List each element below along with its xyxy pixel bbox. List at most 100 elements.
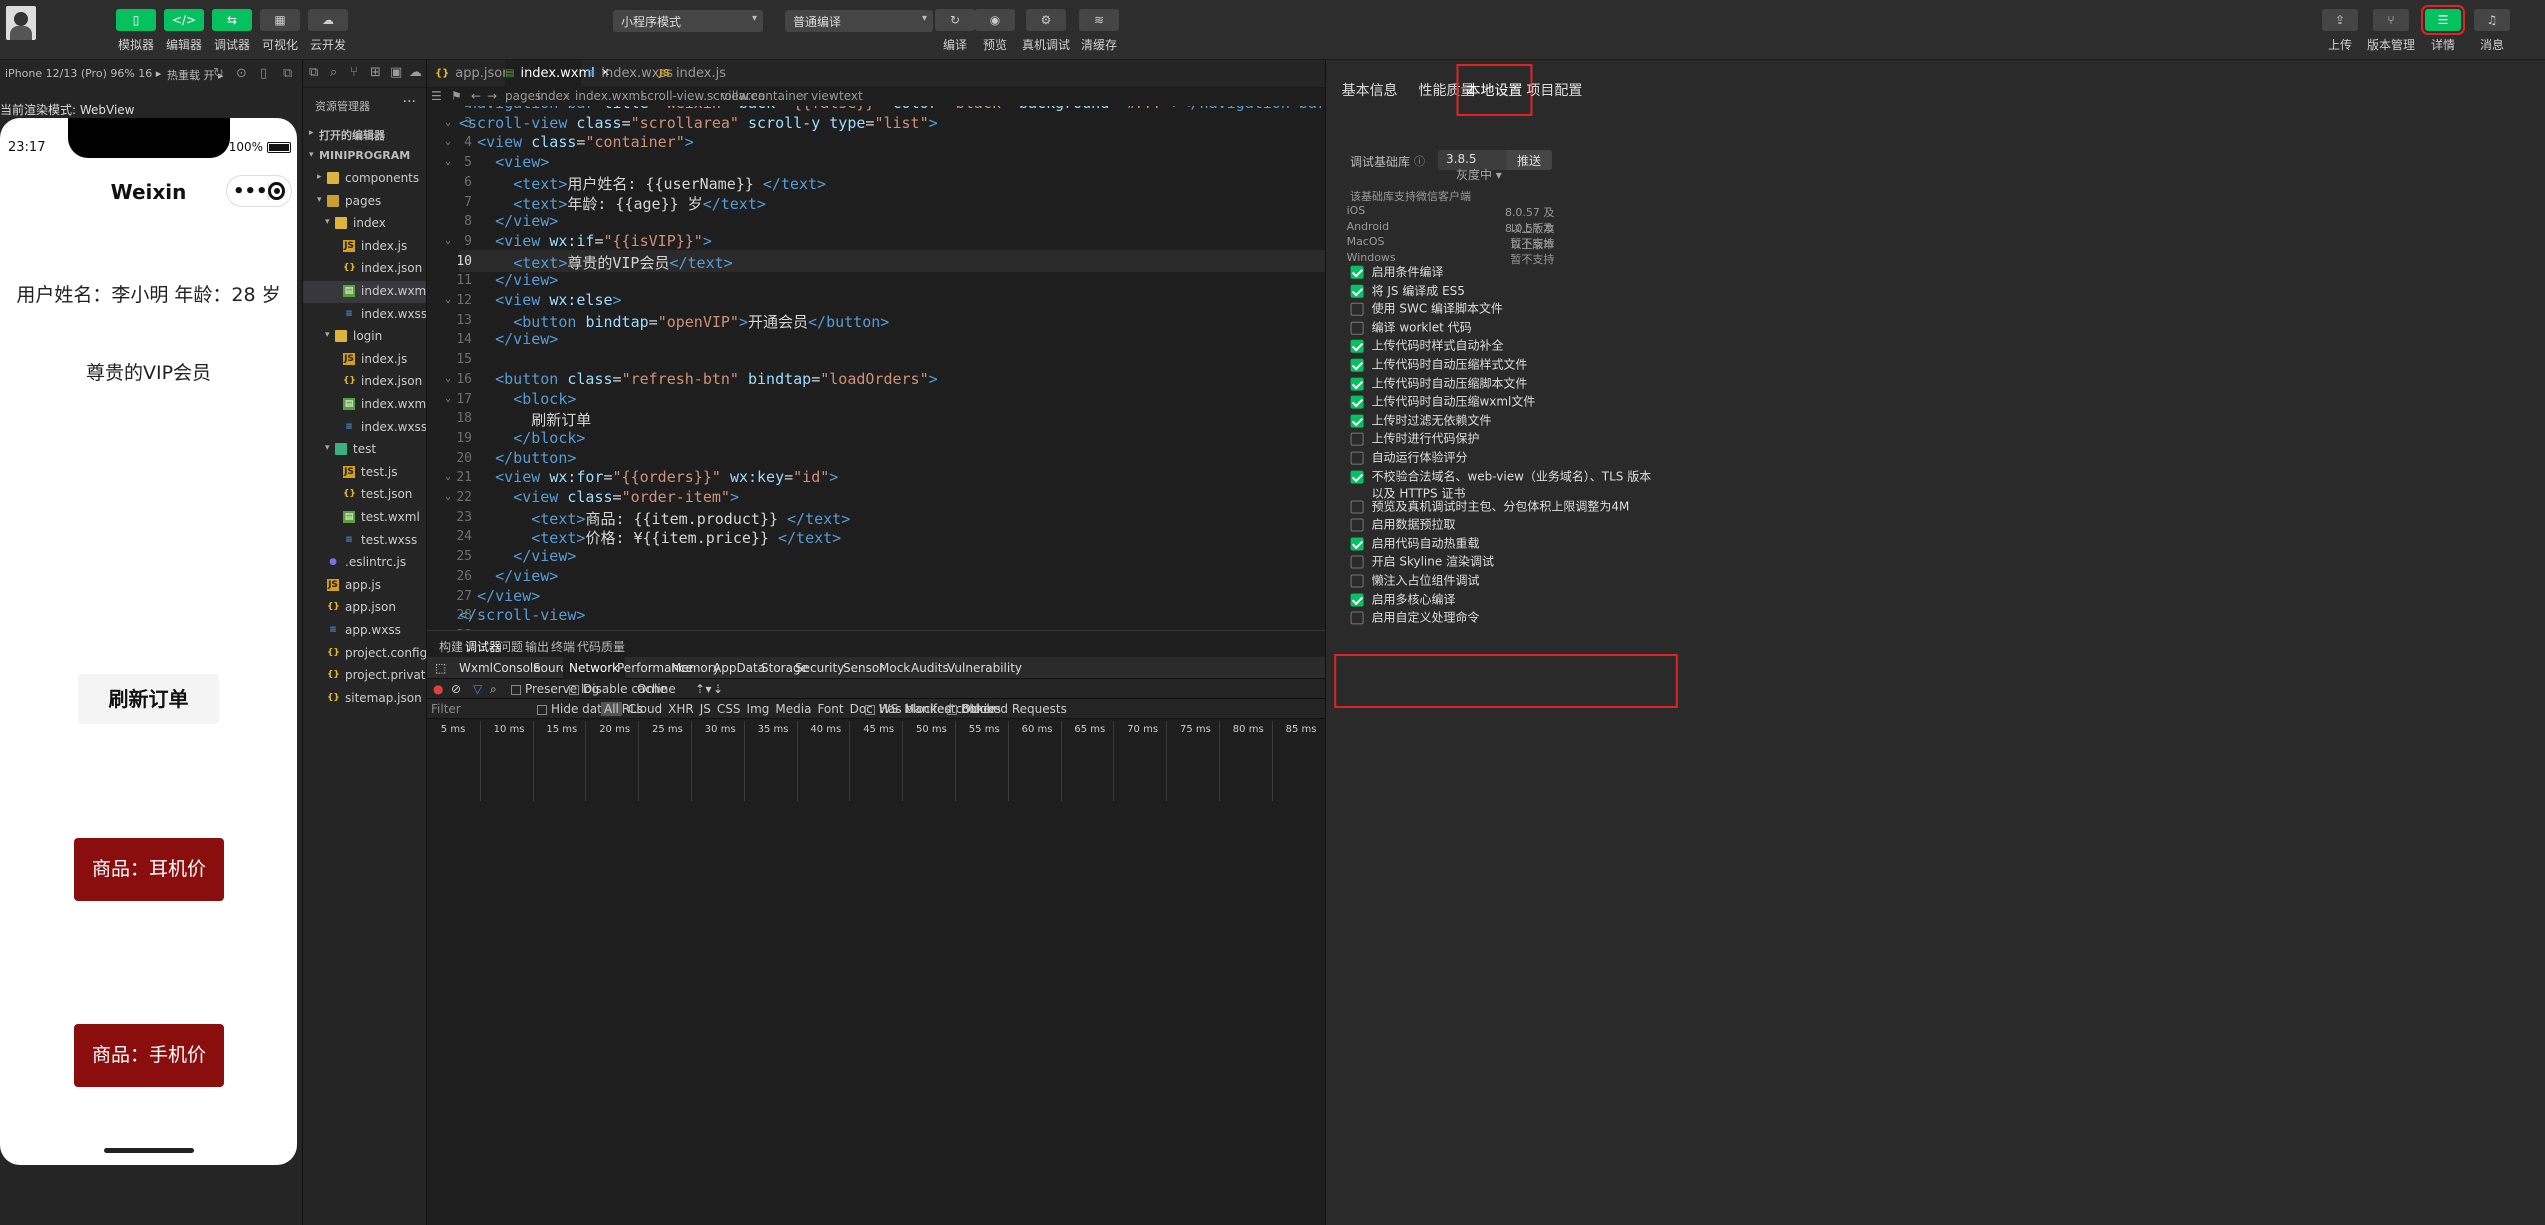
option-row[interactable]: 上传代码时自动压缩wxml文件 — [1350, 394, 1671, 411]
tree-file[interactable]: {} project.private.config.js... — [303, 665, 426, 687]
details-tab[interactable]: 本地设置 — [1456, 64, 1533, 116]
option-row[interactable]: 懒注入占位组件调试 — [1350, 572, 1671, 589]
capsule-menu[interactable]: ••• — [226, 175, 292, 207]
compile-select[interactable]: 普通编译 ▾ — [785, 10, 933, 32]
menu-button[interactable]: ☰ 详情 — [2419, 5, 2467, 53]
devtools-tab[interactable]: Mock — [879, 661, 910, 675]
tree-folder[interactable]: ▾ index — [303, 213, 426, 235]
inspect-icon[interactable]: ⬚ — [435, 661, 446, 675]
option-checkbox[interactable] — [1350, 451, 1364, 465]
back-icon[interactable]: ← — [471, 89, 481, 103]
refresh-orders-button[interactable]: 刷新订单 — [78, 674, 219, 724]
tree-file[interactable]: ≡ test.wxss — [303, 530, 426, 552]
option-checkbox[interactable] — [1350, 377, 1364, 391]
option-checkbox[interactable] — [1350, 555, 1364, 569]
option-checkbox[interactable] — [1350, 574, 1364, 588]
option-row[interactable]: 将 JS 编译成 ES5 — [1350, 282, 1671, 299]
upload-button[interactable]: ⇪ 上传 — [2316, 9, 2364, 53]
option-checkbox[interactable] — [1350, 593, 1364, 607]
phone-icon[interactable]: ▯ — [260, 66, 267, 81]
files-icon[interactable]: ⧉ — [309, 65, 318, 80]
panel-tab[interactable]: 终端 — [551, 638, 575, 655]
option-row[interactable]: 上传代码时自动压缩脚本文件 — [1350, 375, 1671, 392]
cloud-button[interactable]: ☁ 云开发 — [304, 9, 352, 53]
user-avatar[interactable] — [6, 6, 36, 40]
tree-file[interactable]: ● .eslintrc.js — [303, 552, 426, 574]
option-row[interactable]: 上传代码时样式自动补全 — [1350, 338, 1671, 355]
record-icon[interactable]: ● — [433, 682, 443, 696]
mode-select[interactable]: 小程序模式 ▾ — [613, 10, 763, 32]
bell-button[interactable]: ♫ 消息 — [2468, 9, 2516, 53]
search-icon[interactable]: ⌕ — [330, 65, 337, 80]
tree-file[interactable]: ▤ index.wxml — [303, 394, 426, 416]
option-checkbox[interactable] — [1350, 518, 1364, 532]
editor-tab[interactable]: JS index.js — [659, 60, 726, 88]
option-row[interactable]: 不校验合法域名、web-view（业务域名）、TLS 版本以及 HTTPS 证书 — [1350, 468, 1661, 502]
editor-tab[interactable]: {} app.json — [435, 60, 510, 88]
editor-tab[interactable]: ≡ index.wxss — [587, 60, 673, 88]
debug-button[interactable]: ⇆ 调试器 — [208, 9, 256, 53]
fold-icon[interactable]: ⌄ — [445, 136, 451, 147]
open-editors-section[interactable]: ▸ 打开的编辑器 — [303, 124, 426, 146]
popout-icon[interactable]: ⧉ — [283, 66, 292, 81]
tree-file[interactable]: ≡ index.wxss — [303, 417, 426, 439]
devtools-tab[interactable]: Security — [795, 661, 844, 675]
tree-file[interactable]: JS index.js — [303, 349, 426, 371]
refresh-icon[interactable]: ↻ — [213, 66, 224, 81]
tree-file[interactable]: {} test.json — [303, 484, 426, 506]
option-row[interactable]: 编译 worklet 代码 — [1350, 320, 1671, 337]
device-debug-button[interactable]: ⚙ 真机调试 — [1022, 9, 1070, 53]
filter-type-img[interactable]: Img — [747, 702, 770, 716]
filter-type-all[interactable]: All — [601, 702, 622, 716]
fold-icon[interactable]: ⌄ — [445, 294, 451, 305]
tree-file[interactable]: ≡ index.wxss — [303, 304, 426, 326]
tree-folder[interactable]: ▸ components — [303, 168, 426, 190]
tree-file[interactable]: {} app.json — [303, 597, 426, 619]
filter-type-media[interactable]: Media — [775, 702, 811, 716]
device-select[interactable]: iPhone 12/13 (Pro) 96% 16 ▸ — [5, 67, 161, 80]
devtools-tab[interactable]: Audits — [911, 661, 949, 675]
layout-button[interactable]: ▦ 可视化 — [256, 9, 304, 53]
push-button[interactable]: 推送 — [1506, 150, 1552, 170]
filter-type-css[interactable]: CSS — [717, 702, 741, 716]
breadcrumb-item[interactable]: view — [811, 89, 839, 103]
bookmark-icon[interactable]: ⚑ — [451, 89, 462, 103]
panel-tab[interactable]: 代码质量 — [577, 638, 625, 655]
filter-input[interactable]: Filter — [431, 702, 461, 716]
fold-icon[interactable]: ⌄ — [445, 156, 451, 167]
filter-icon[interactable]: ▽ — [473, 682, 482, 696]
option-row[interactable]: 预览及真机调试时主包、分包体积上限调整为4M — [1350, 498, 1671, 515]
tree-file[interactable]: JS test.js — [303, 462, 426, 484]
option-row[interactable]: 使用 SWC 编译脚本文件 — [1350, 301, 1671, 318]
tree-file[interactable]: ▤ index.wxml — [303, 281, 426, 303]
close-miniprogram-icon[interactable] — [268, 182, 285, 200]
devtools-tab[interactable]: Sensor — [843, 661, 884, 675]
more-icon[interactable]: ··· — [403, 94, 416, 110]
forward-icon[interactable]: → — [487, 89, 497, 103]
option-row[interactable]: 上传时过滤无依赖文件 — [1350, 412, 1671, 429]
tree-file[interactable]: JS index.js — [303, 236, 426, 258]
lib-version-select[interactable]: 3.8.5 灰度中 ▾ — [1438, 150, 1510, 182]
option-row[interactable]: 启用条件编译 — [1350, 264, 1671, 281]
stop-icon[interactable]: ⊙ — [236, 66, 247, 81]
option-checkbox[interactable] — [1350, 284, 1364, 298]
fold-icon[interactable]: ⌄ — [445, 373, 451, 384]
option-row[interactable]: 启用代码自动热重载 — [1350, 535, 1671, 552]
option-checkbox[interactable] — [1350, 302, 1364, 316]
extensions-icon[interactable]: ⊞ — [370, 65, 381, 80]
option-checkbox[interactable] — [1350, 470, 1364, 484]
eye-button[interactable]: ◉ 预览 — [971, 9, 1019, 53]
blocked-requests-checkbox[interactable]: Blocked Requests — [947, 702, 1067, 716]
option-checkbox[interactable] — [1350, 414, 1364, 428]
tree-file[interactable]: JS app.js — [303, 575, 426, 597]
clear-icon[interactable]: ⊘ — [451, 682, 461, 696]
fold-icon[interactable]: ⌄ — [445, 471, 451, 482]
fold-icon[interactable]: ⌄ — [445, 393, 451, 404]
panel-tab[interactable]: 输出 — [525, 638, 549, 655]
upload-har-icon[interactable]: ⇡ — [695, 682, 705, 696]
devtools-tab[interactable]: Wxml — [459, 661, 493, 675]
breadcrumb-item[interactable]: text — [839, 89, 863, 103]
tree-file[interactable]: {} index.json — [303, 371, 426, 393]
filter-type-js[interactable]: JS — [700, 702, 711, 716]
option-checkbox[interactable] — [1350, 433, 1364, 447]
